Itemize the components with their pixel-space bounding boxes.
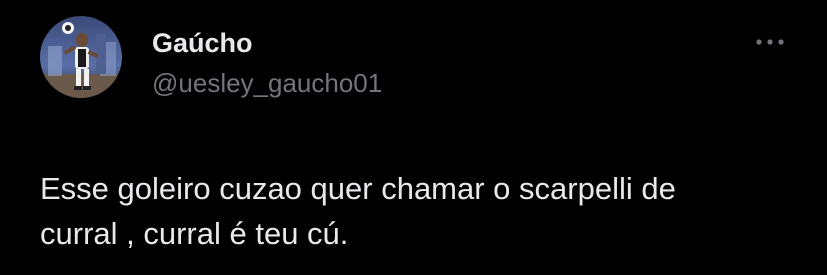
more-options-button[interactable] — [752, 28, 788, 56]
tweet-text: Esse goleiro cuzao quer chamar o scarpel… — [40, 171, 676, 251]
avatar-image — [40, 16, 122, 98]
display-name[interactable]: Gaúcho — [152, 27, 253, 59]
avatar[interactable] — [40, 16, 122, 98]
tweet-card: Gaúcho @uesley_gaucho01 Esse goleiro cuz… — [0, 0, 827, 275]
more-horizontal-icon — [756, 39, 784, 45]
username-handle[interactable]: @uesley_gaucho01 — [152, 67, 382, 99]
